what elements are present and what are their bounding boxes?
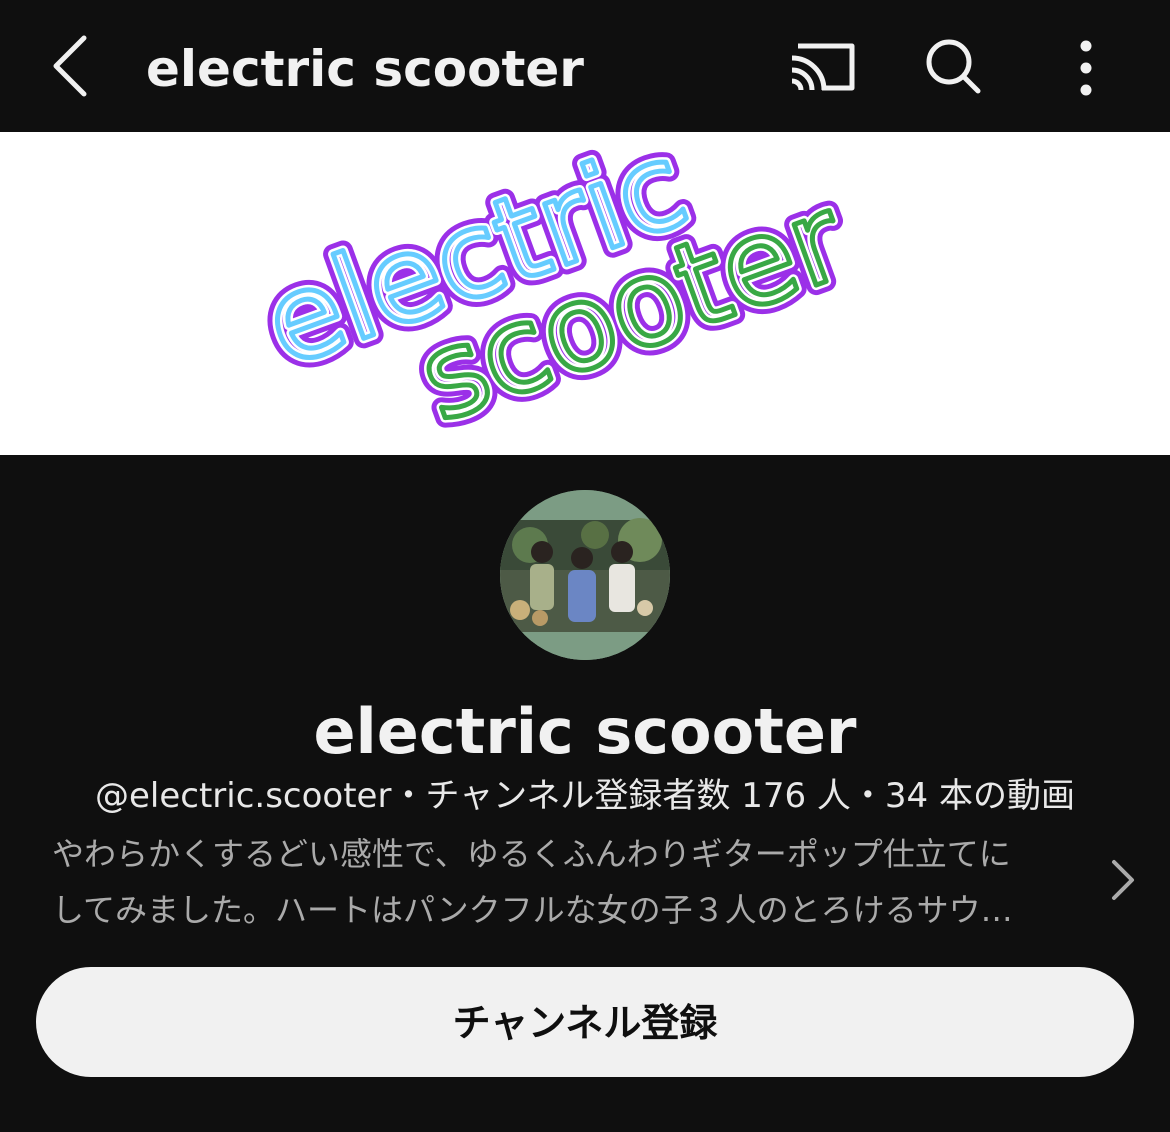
banner-logo: electric electric electric scooter scoot…	[237, 132, 871, 455]
channel-meta: @electric.scooter・チャンネル登録者数 176 人・34 本の動…	[94, 776, 1076, 816]
chevron-left-icon	[53, 35, 87, 97]
description-expand-button[interactable]	[1100, 852, 1144, 908]
channel-avatar[interactable]	[500, 490, 670, 660]
top-app-bar: electric scooter	[0, 0, 1170, 132]
channel-description[interactable]: やわらかくするどい感性で、ゆるくふんわりギターポップ仕立てに してみました。ハー…	[52, 826, 1062, 938]
more-vertical-icon	[1080, 40, 1092, 96]
cast-icon	[791, 43, 855, 91]
subscribe-button[interactable]: チャンネル登録	[36, 967, 1134, 1077]
back-button[interactable]	[40, 28, 104, 104]
avatar-photo	[500, 490, 670, 660]
chevron-right-icon	[1112, 860, 1134, 900]
channel-name: electric scooter	[313, 695, 857, 768]
search-button[interactable]	[914, 30, 994, 106]
page-title: electric scooter	[146, 40, 584, 98]
description-line: やわらかくするどい感性で、ゆるくふんわりギターポップ仕立てに	[52, 835, 1011, 873]
channel-banner: electric electric electric scooter scoot…	[0, 132, 1170, 455]
description-line: してみました。ハートはパンクフルな女の子３人のとろけるサウ…	[52, 891, 1013, 929]
cast-button[interactable]	[782, 30, 862, 106]
more-options-button[interactable]	[1046, 30, 1126, 106]
search-icon	[926, 39, 981, 94]
